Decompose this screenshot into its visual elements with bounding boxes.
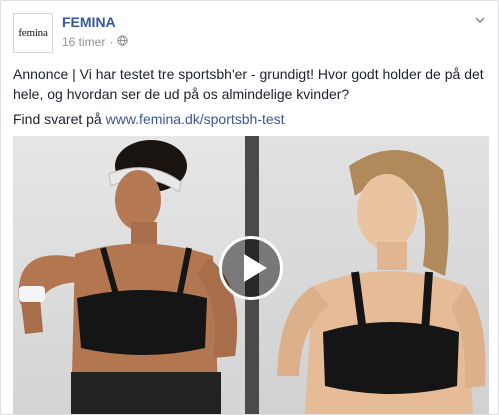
post-text: Annonce | Vi har testet tre sportsbh'er … [13,66,484,102]
page-avatar[interactable]: femina [13,13,53,53]
video-thumbnail[interactable] [13,136,489,414]
play-button[interactable] [219,236,283,300]
post-body: Annonce | Vi har testet tre sportsbh'er … [13,64,485,129]
link-prefix: Find svaret på [13,111,106,127]
page-name-link[interactable]: FEMINA [62,14,116,30]
avatar-logo-text: femina [18,27,48,39]
video-thumbnail-left-model [13,136,245,414]
post-card: femina FEMINA 16 timer · Annonce | Vi ha… [0,0,499,415]
post-timestamp[interactable]: 16 timer [62,35,105,49]
chevron-down-icon[interactable] [474,13,486,25]
post-link-line: Find svaret på www.femina.dk/sportsbh-te… [13,109,485,129]
post-link[interactable]: www.femina.dk/sportsbh-test [106,111,285,127]
post-meta: 16 timer · [62,35,129,49]
globe-icon [117,35,129,49]
meta-separator: · [109,35,114,49]
play-icon [244,254,267,282]
video-thumbnail-right-model [259,136,489,414]
